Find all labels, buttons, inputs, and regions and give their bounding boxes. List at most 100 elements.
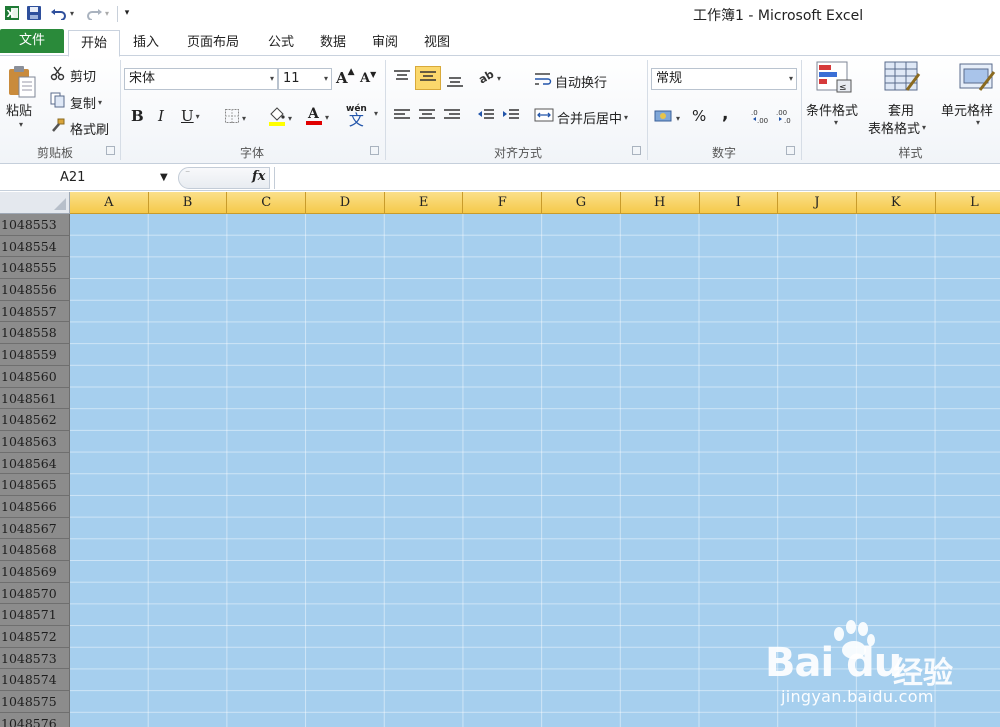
phonetic-dropdown-icon[interactable]: ▾	[372, 109, 378, 118]
align-center-button[interactable]	[418, 108, 436, 126]
save-icon[interactable]	[24, 3, 44, 23]
row-header[interactable]: 1048574	[0, 669, 70, 692]
row-header[interactable]: 1048555	[0, 257, 70, 280]
format-as-table-button[interactable]: 表格格式 ▾	[868, 118, 926, 137]
copy-button[interactable]: 复制 ▾	[50, 92, 102, 112]
increase-decimal-button[interactable]: .0.00	[751, 108, 769, 128]
decrease-decimal-button[interactable]: .00.0	[776, 108, 794, 128]
align-bottom-button[interactable]	[446, 72, 464, 92]
formula-input[interactable]	[274, 167, 1000, 189]
align-middle-button[interactable]	[415, 66, 441, 90]
font-color-button[interactable]: A ▾	[305, 105, 329, 129]
font-launcher-icon[interactable]	[370, 146, 379, 155]
cell-styles-button[interactable]: 单元格样	[941, 100, 993, 119]
format-as-table-icon[interactable]	[883, 60, 921, 94]
format-painter-button[interactable]: 格式刷	[50, 118, 109, 138]
undo-icon[interactable]: ▾	[47, 3, 77, 23]
conditional-format-icon[interactable]: ≤	[815, 60, 853, 94]
alignment-launcher-icon[interactable]	[632, 146, 641, 155]
tab-page-layout[interactable]: 页面布局	[175, 30, 251, 56]
column-header[interactable]: B	[148, 192, 228, 214]
row-header[interactable]: 1048572	[0, 626, 70, 648]
increase-indent-button[interactable]	[502, 108, 520, 126]
clipboard-launcher-icon[interactable]	[106, 146, 115, 155]
paste-button[interactable]: 粘贴	[6, 100, 32, 119]
row-header[interactable]: 1048567	[0, 517, 70, 540]
column-header[interactable]: E	[384, 192, 464, 214]
row-header[interactable]: 1048576	[0, 712, 70, 727]
shrink-font-button[interactable]: A ▼	[360, 69, 376, 87]
number-format-select[interactable]: 常规 ▾	[651, 68, 797, 90]
tab-data[interactable]: 数据	[310, 30, 356, 56]
align-top-button[interactable]	[393, 69, 411, 89]
tab-review[interactable]: 审阅	[362, 30, 408, 56]
cell-styles-icon[interactable]	[958, 60, 996, 94]
column-header[interactable]: H	[620, 192, 700, 214]
row-header[interactable]: 1048557	[0, 300, 70, 323]
excel-logo-icon[interactable]: X	[2, 3, 22, 23]
row-header[interactable]: 1048556	[0, 279, 70, 301]
grow-font-button[interactable]: A ▲	[336, 67, 355, 87]
underline-button[interactable]: U ▾	[181, 107, 200, 125]
align-left-button[interactable]	[393, 108, 411, 126]
borders-button[interactable]: ▾	[224, 108, 246, 128]
conditional-format-dropdown-icon[interactable]: ▾	[832, 118, 838, 127]
font-name-select[interactable]: 宋体 ▾	[124, 68, 278, 90]
merge-center-button[interactable]: 合并后居中 ▾	[534, 107, 628, 127]
column-header[interactable]: A	[70, 192, 149, 214]
number-launcher-icon[interactable]	[786, 146, 795, 155]
conditional-format-button[interactable]: 条件格式	[806, 100, 858, 119]
tab-home[interactable]: 开始	[68, 30, 120, 57]
row-header[interactable]: 1048569	[0, 561, 70, 583]
row-header[interactable]: 1048562	[0, 409, 70, 431]
row-header[interactable]: 1048559	[0, 344, 70, 366]
cell-styles-dropdown-icon[interactable]: ▾	[974, 118, 980, 127]
row-header[interactable]: 1048558	[0, 322, 70, 345]
column-header[interactable]: G	[542, 192, 621, 214]
row-header[interactable]: 1048563	[0, 430, 70, 453]
cut-button[interactable]: 剪切	[50, 65, 96, 85]
accounting-format-button[interactable]: ▾	[654, 108, 680, 128]
decrease-indent-button[interactable]	[477, 108, 495, 126]
selected-cell-range[interactable]	[70, 214, 1000, 727]
row-header[interactable]: 1048566	[0, 495, 70, 518]
row-header[interactable]: 1048571	[0, 604, 70, 627]
tab-insert[interactable]: 插入	[122, 30, 170, 56]
tab-file[interactable]: 文件	[0, 29, 64, 53]
format-as-table-label-1[interactable]: 套用	[888, 100, 914, 119]
column-header[interactable]: L	[935, 192, 1000, 214]
customize-quick-access-icon[interactable]: ▾	[120, 3, 134, 23]
paste-dropdown-icon[interactable]: ▾	[17, 120, 23, 129]
fill-color-button[interactable]: ▾	[268, 106, 292, 130]
select-all-button[interactable]	[0, 192, 70, 214]
paste-icon[interactable]	[4, 60, 40, 104]
row-header[interactable]: 1048560	[0, 365, 70, 388]
row-header[interactable]: 1048554	[0, 235, 70, 258]
row-header[interactable]: 1048570	[0, 582, 70, 605]
row-header[interactable]: 1048565	[0, 474, 70, 496]
row-header[interactable]: 1048553	[0, 214, 70, 236]
insert-function-button[interactable]: fx	[252, 169, 265, 184]
column-header[interactable]: D	[306, 192, 385, 214]
font-size-select[interactable]: 11 ▾	[278, 68, 332, 90]
phonetic-guide-button[interactable]: wén 文	[346, 104, 367, 128]
percent-style-button[interactable]: %	[692, 107, 706, 125]
row-header[interactable]: 1048561	[0, 387, 70, 410]
row-header[interactable]: 1048575	[0, 691, 70, 713]
name-box[interactable]: A21	[0, 167, 176, 189]
redo-icon[interactable]: ▾	[82, 3, 112, 23]
italic-button[interactable]: I	[158, 107, 164, 125]
column-header[interactable]: K	[856, 192, 936, 214]
column-header[interactable]: C	[227, 192, 307, 214]
tab-formulas[interactable]: 公式	[258, 30, 304, 56]
row-header[interactable]: 1048564	[0, 452, 70, 475]
align-right-button[interactable]	[443, 108, 461, 126]
row-header[interactable]: 1048573	[0, 647, 70, 670]
wrap-text-button[interactable]: 自动换行	[534, 71, 607, 91]
row-header[interactable]: 1048568	[0, 539, 70, 561]
column-header[interactable]: J	[778, 192, 857, 214]
orientation-button[interactable]: ab ▾	[476, 67, 501, 88]
bold-button[interactable]: B	[131, 107, 144, 125]
column-header[interactable]: F	[463, 192, 543, 214]
comma-style-button[interactable]: ,	[722, 104, 728, 124]
